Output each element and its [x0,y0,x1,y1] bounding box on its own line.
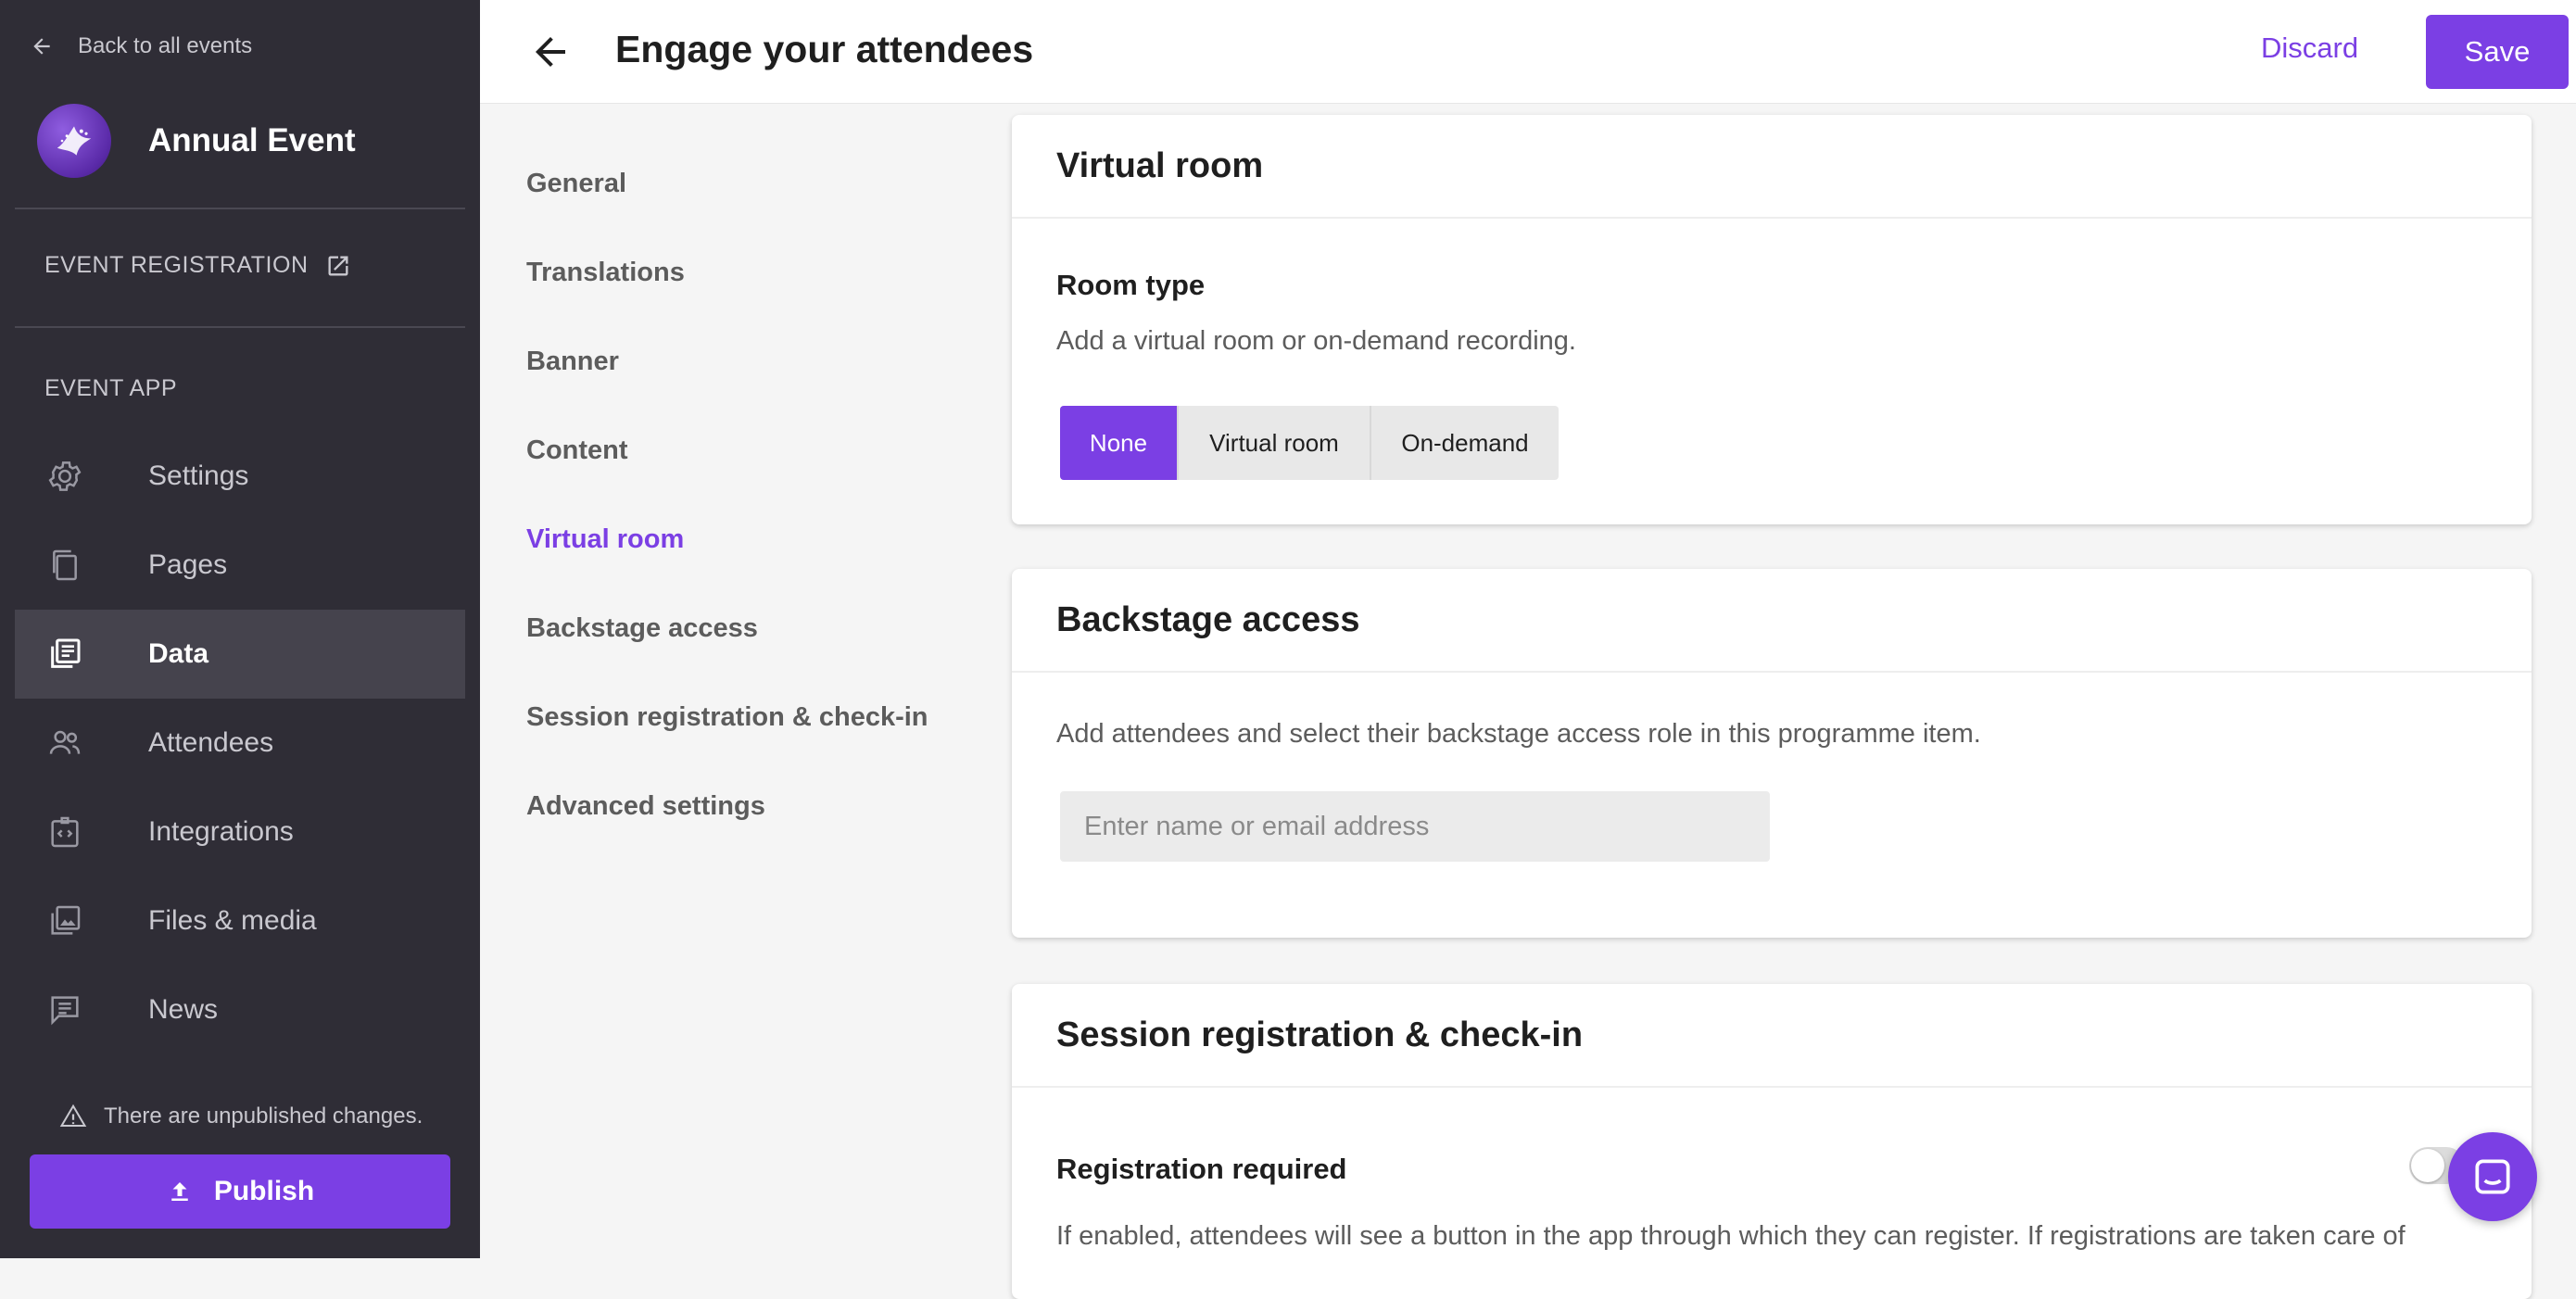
sidebar-item-label: Files & media [148,905,317,936]
subnav-backstage-access[interactable]: Backstage access [526,613,758,644]
room-type-title: Room type [1056,269,1206,301]
backstage-attendee-search-input[interactable] [1060,791,1770,862]
sidebar-item-label: Integrations [148,816,294,847]
sidebar-item-news[interactable]: News [15,965,465,1054]
news-icon [44,990,85,1030]
save-button[interactable]: Save [2426,15,2569,89]
sidebar-item-label: Data [148,638,209,669]
sidebar-item-settings[interactable]: Settings [15,432,465,521]
sidebar-footer: There are unpublished changes. Publish [0,1075,480,1258]
event-app-label: EVENT APP [44,375,177,401]
subnav-translations[interactable]: Translations [526,258,685,288]
backstage-description: Add attendees and select their backstage… [1056,719,1981,749]
event-registration-link[interactable]: EVENT REGISTRATION [44,252,351,279]
sidebar-item-label: Settings [148,460,249,491]
subnav-session-registration[interactable]: Session registration & check-in [526,702,928,733]
chat-icon [2475,1159,2510,1194]
registration-required-description: If enabled, attendees will see a button … [1056,1221,2406,1251]
event-header: Annual Event [37,104,356,178]
sidebar-item-label: News [148,994,219,1025]
card-title: Session registration & check-in [1012,984,2532,1088]
sidebar-item-integrations[interactable]: Integrations [15,788,465,877]
event-registration-label: EVENT REGISTRATION [44,252,309,278]
sidebar-item-files-media[interactable]: Files & media [15,877,465,965]
gear-icon [44,456,85,497]
arrow-left-icon[interactable] [528,30,573,74]
publish-label: Publish [213,1176,315,1206]
unpublished-text: There are unpublished changes. [104,1104,423,1129]
media-icon [44,901,85,941]
session-registration-card: Session registration & check-in Registra… [1012,984,2532,1299]
event-name: Annual Event [148,122,356,158]
discard-button[interactable]: Discard [2261,32,2358,65]
arrow-left-icon [33,38,50,55]
data-icon [44,634,85,675]
sidebar-item-label: Pages [148,549,228,580]
bird-logo-icon [57,126,92,156]
external-link-icon [328,256,348,275]
subnav-advanced-settings[interactable]: Advanced settings [526,791,765,822]
room-type-virtual-room-option[interactable]: Virtual room [1179,406,1371,480]
unpublished-notice: There are unpublished changes. [59,1103,423,1130]
subnav-virtual-room[interactable]: Virtual room [526,524,684,555]
room-type-description: Add a virtual room or on-demand recordin… [1056,326,1576,356]
sidebar-divider [15,326,465,328]
room-type-selector: None Virtual room On-demand [1060,406,1559,480]
card-title: Backstage access [1012,569,2532,673]
back-to-events-link[interactable]: Back to all events [30,33,252,59]
people-icon [44,723,85,763]
subnav-content[interactable]: Content [526,435,628,466]
event-logo [37,104,111,178]
sidebar-item-pages[interactable]: Pages [15,521,465,610]
sidebar: Back to all events Annual Event EVENT RE… [0,0,480,1258]
upload-icon [171,1182,188,1201]
sidebar-item-attendees[interactable]: Attendees [15,699,465,788]
room-type-on-demand-option[interactable]: On-demand [1371,406,1559,480]
chat-support-button[interactable] [2448,1132,2537,1221]
registration-required-title: Registration required [1056,1153,1347,1185]
top-bar: Engage your attendees Discard Save [480,0,2576,104]
page-title: Engage your attendees [615,28,1034,70]
card-title: Virtual room [1012,115,2532,219]
room-type-none-option[interactable]: None [1060,406,1179,480]
integrations-icon [44,812,85,852]
subnav-banner[interactable]: Banner [526,347,619,377]
publish-button[interactable]: Publish [30,1154,450,1229]
sidebar-item-label: Attendees [148,727,274,758]
sidebar-item-data[interactable]: Data [15,610,465,699]
warning-icon [59,1104,87,1127]
subnav-general[interactable]: General [526,169,626,199]
sidebar-divider [15,208,465,209]
pages-icon [44,545,85,586]
back-link-label: Back to all events [78,33,253,58]
backstage-access-card: Backstage access Add attendees and selec… [1012,569,2532,938]
virtual-room-card: Virtual room Room type Add a virtual roo… [1012,115,2532,524]
